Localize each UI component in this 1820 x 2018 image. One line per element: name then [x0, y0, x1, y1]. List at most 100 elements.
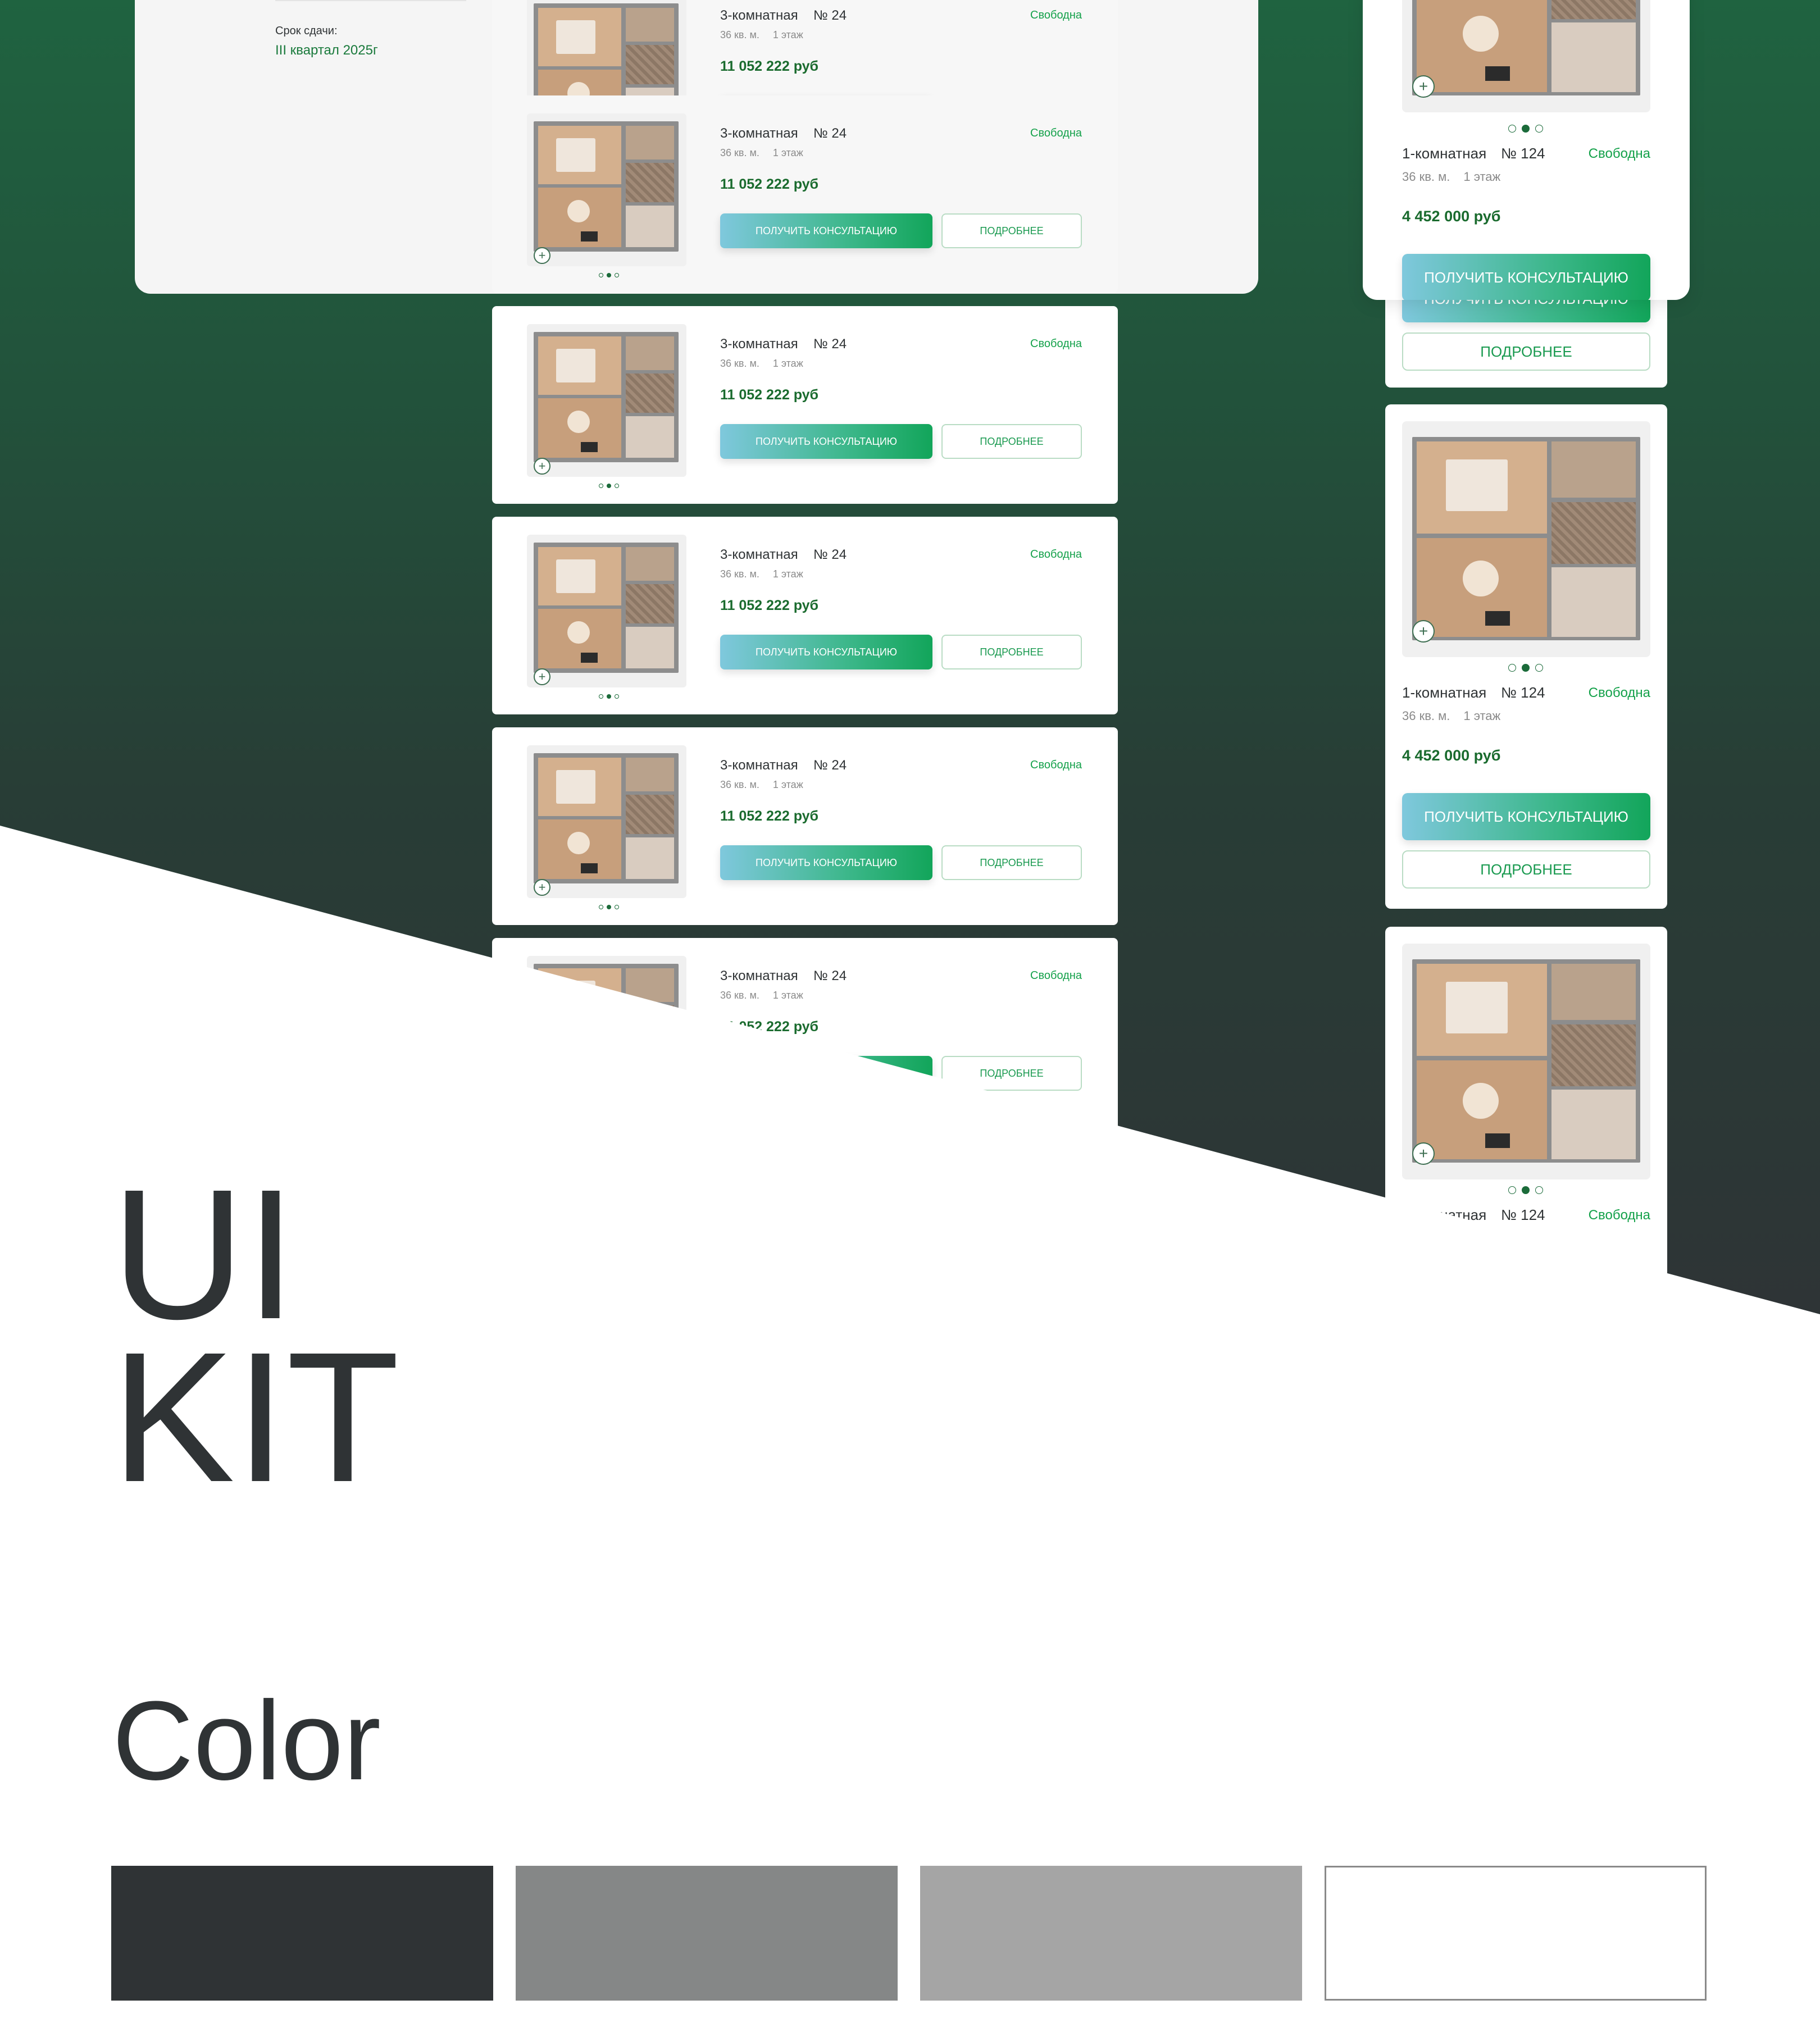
get-consultation-button[interactable]: ПОЛУЧИТЬ КОНСУЛЬТАЦИЮ	[720, 635, 932, 669]
apartment-area: 36 кв. м.	[720, 568, 759, 580]
apartment-number: № 124	[1501, 1206, 1545, 1223]
carousel-dots	[1498, 1186, 1554, 1194]
carousel-dot[interactable]	[615, 905, 619, 909]
apartment-thumbnail[interactable]: +	[1402, 944, 1650, 1179]
apartment-meta: 36 кв. м. 1 этаж	[720, 29, 803, 41]
carousel-dots	[592, 693, 626, 700]
zoom-icon[interactable]: +	[534, 879, 550, 896]
apartment-rooms: 1-комнатная	[1402, 684, 1487, 701]
color-swatch	[111, 1866, 493, 2001]
plan-room-kitchen	[1551, 567, 1636, 637]
plan-floor-pattern	[1551, 0, 1636, 19]
get-consultation-button[interactable]: ПОЛУЧИТЬ КОНСУЛЬТАЦИЮ	[720, 845, 932, 880]
zoom-icon[interactable]: +	[1412, 620, 1435, 643]
apartment-card: +3-комнатная № 24 Свободна 36 кв. м. 1 этаж 1…	[492, 727, 1118, 925]
apartment-number: № 124	[1501, 145, 1545, 162]
apartment-meta: 36 кв. м. 1 этаж	[1402, 170, 1500, 184]
carousel-dot[interactable]	[599, 905, 603, 909]
carousel-dot[interactable]	[607, 273, 611, 277]
apartment-floor: 1 этаж	[772, 29, 803, 40]
apartment-price: 11 052 222 руб	[720, 808, 818, 824]
carousel-dot[interactable]	[1508, 125, 1516, 133]
zoom-icon[interactable]: +	[1412, 1142, 1435, 1165]
carousel-dot[interactable]	[1522, 125, 1530, 133]
carousel-dot[interactable]	[599, 484, 603, 488]
plan-room-bath	[626, 126, 674, 160]
apartment-thumbnail[interactable]: +	[527, 324, 686, 477]
plan-room-kitchen	[626, 837, 674, 879]
apartment-thumbnail[interactable]: +	[1402, 421, 1650, 657]
apartment-price: 11 052 222 руб	[720, 58, 818, 74]
more-details-button[interactable]: ПОДРОБНЕЕ	[941, 845, 1082, 880]
zoom-icon[interactable]: +	[534, 668, 550, 685]
plan-table	[567, 200, 590, 222]
more-details-button[interactable]: ПОДРОБНЕЕ	[941, 635, 1082, 669]
plan-tv	[581, 863, 598, 873]
deadline-value: III квартал 2025г	[275, 43, 378, 58]
get-consultation-button[interactable]: ПОЛУЧИТЬ КОНСУЛЬТАЦИЮ	[1402, 793, 1650, 840]
apartment-floor: 1 этаж	[772, 779, 803, 790]
carousel-dot[interactable]	[615, 484, 619, 488]
get-consultation-button[interactable]: ПОЛУЧИТЬ КОНСУЛЬТАЦИЮ	[720, 424, 932, 459]
plan-tv	[1485, 66, 1510, 81]
apartment-thumbnail[interactable]: +	[527, 113, 686, 266]
apartment-meta: 36 кв. м. 1 этаж	[1402, 709, 1500, 723]
carousel-dot[interactable]	[607, 694, 611, 699]
more-details-button[interactable]: ПОДРОБНЕЕ	[1402, 332, 1650, 371]
apartment-thumbnail[interactable]: +	[527, 535, 686, 687]
carousel-dot[interactable]	[607, 905, 611, 909]
status-badge: Свободна	[1030, 127, 1082, 139]
get-consultation-button[interactable]: ПОЛУЧИТЬ КОНСУЛЬТАЦИЮ	[720, 213, 932, 248]
carousel-dot[interactable]	[1535, 664, 1543, 672]
more-details-button[interactable]: ПОДРОБНЕЕ	[941, 213, 1082, 248]
mobile-apartment-card: +1-комнатная № 124 Свободна 36 кв. м. 1 этаж…	[1363, 0, 1690, 300]
floor-plan-image	[534, 121, 679, 252]
plan-floor-pattern	[1551, 1024, 1636, 1086]
plan-room-bath	[626, 758, 674, 791]
zoom-icon[interactable]: +	[534, 247, 550, 264]
plan-tv	[581, 653, 598, 663]
apartment-meta: 36 кв. м. 1 этаж	[720, 990, 803, 1001]
plan-tv	[581, 231, 598, 242]
apartment-rooms: 3-комнатная	[720, 8, 798, 23]
plan-floor-pattern	[626, 584, 674, 623]
floor-plan-image	[534, 753, 679, 883]
status-badge: Свободна	[1588, 685, 1650, 700]
more-details-button[interactable]: ПОДРОБНЕЕ	[941, 424, 1082, 459]
carousel-dot[interactable]	[599, 694, 603, 699]
apartment-card: +3-комнатная № 24 Свободна 36 кв. м. 1 этаж 1…	[492, 306, 1118, 504]
carousel-dot[interactable]	[1522, 664, 1530, 672]
color-swatch	[516, 1866, 898, 2001]
plan-room-kitchen	[1551, 1090, 1636, 1159]
apartment-number: № 124	[1501, 684, 1545, 701]
apartment-thumbnail[interactable]: +	[1402, 0, 1650, 112]
plan-room-bath	[626, 8, 674, 42]
carousel-dot[interactable]	[1522, 1186, 1530, 1194]
carousel-dot[interactable]	[599, 273, 603, 277]
plan-floor-pattern	[626, 373, 674, 413]
apartment-meta: 36 кв. м. 1 этаж	[720, 358, 803, 370]
zoom-icon[interactable]: +	[534, 458, 550, 475]
apartment-rooms: 3-комнатная	[720, 547, 798, 562]
carousel-dot[interactable]	[607, 484, 611, 488]
carousel-dot[interactable]	[1508, 1186, 1516, 1194]
apartment-rooms: 3-комнатная	[720, 758, 798, 773]
apartment-area: 36 кв. м.	[720, 990, 759, 1001]
more-details-button[interactable]: ПОДРОБНЕЕ	[1402, 850, 1650, 889]
carousel-dot[interactable]	[1508, 664, 1516, 672]
plan-bed	[556, 559, 595, 593]
apartment-thumbnail[interactable]: +	[527, 745, 686, 898]
zoom-icon[interactable]: +	[1412, 75, 1435, 98]
status-badge: Свободна	[1588, 1208, 1650, 1223]
status-badge: Свободна	[1030, 969, 1082, 982]
carousel-dot[interactable]	[1535, 1186, 1543, 1194]
apartment-meta: 36 кв. м. 1 этаж	[720, 779, 803, 791]
get-consultation-button[interactable]: ПОЛУЧИТЬ КОНСУЛЬТАЦИЮ	[1402, 254, 1650, 300]
apartment-meta: 36 кв. м. 1 этаж	[720, 147, 803, 159]
apartment-card: +3-комнатная № 24 Свободна 36 кв. м. 1 этаж 1…	[492, 95, 1118, 293]
carousel-dot[interactable]	[615, 273, 619, 277]
ui-kit-title-line-2: KIT	[111, 1313, 400, 1520]
apartment-rooms: 1-комнатная	[1402, 145, 1487, 162]
carousel-dot[interactable]	[615, 694, 619, 699]
carousel-dot[interactable]	[1535, 125, 1543, 133]
